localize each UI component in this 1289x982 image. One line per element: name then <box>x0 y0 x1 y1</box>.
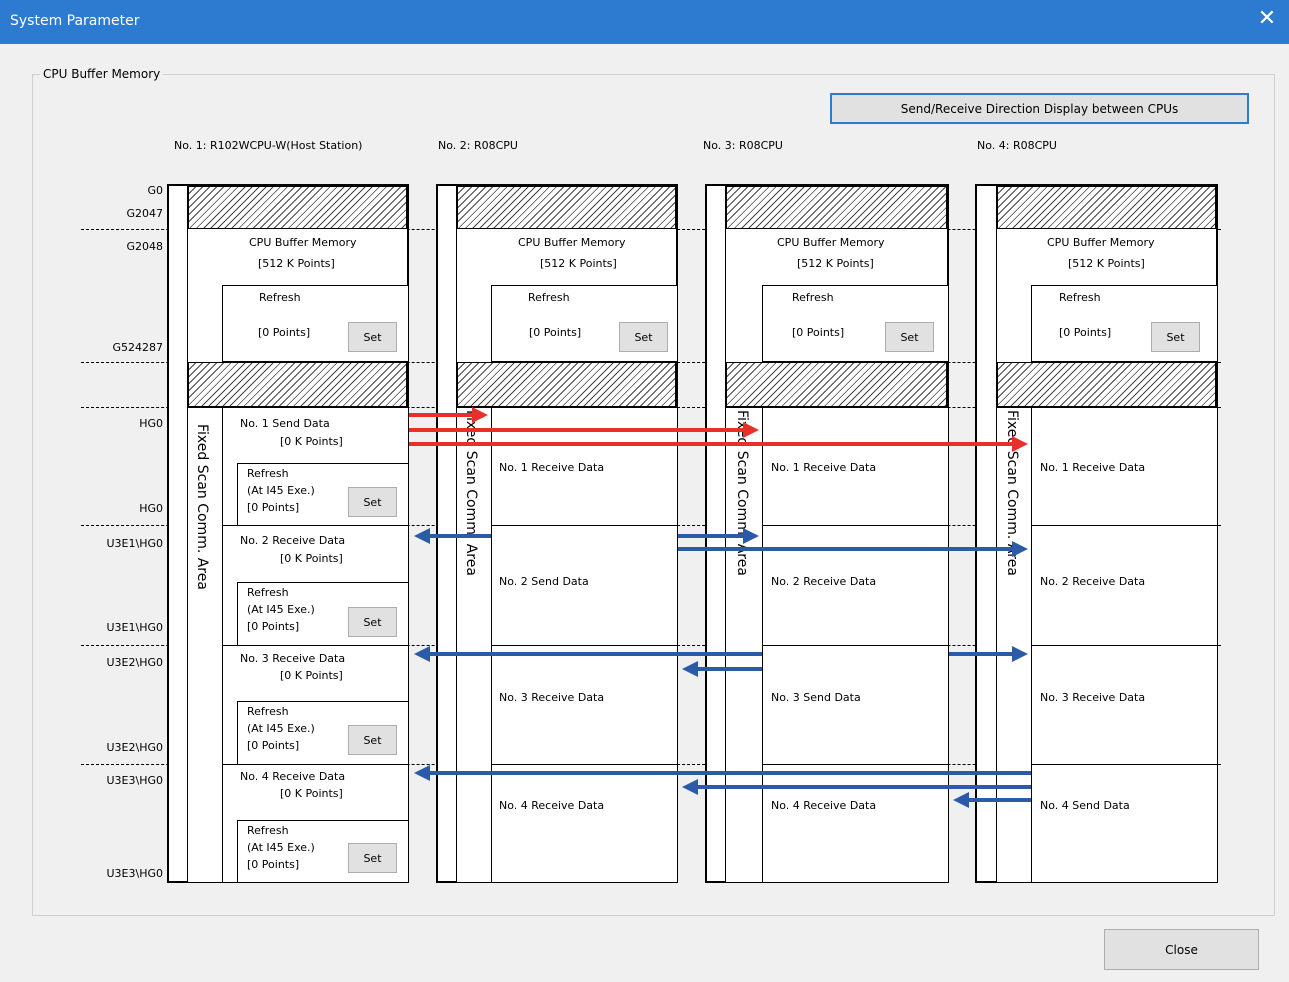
data-flow-arrows <box>409 407 1031 808</box>
close-button[interactable]: Close <box>1104 929 1259 970</box>
